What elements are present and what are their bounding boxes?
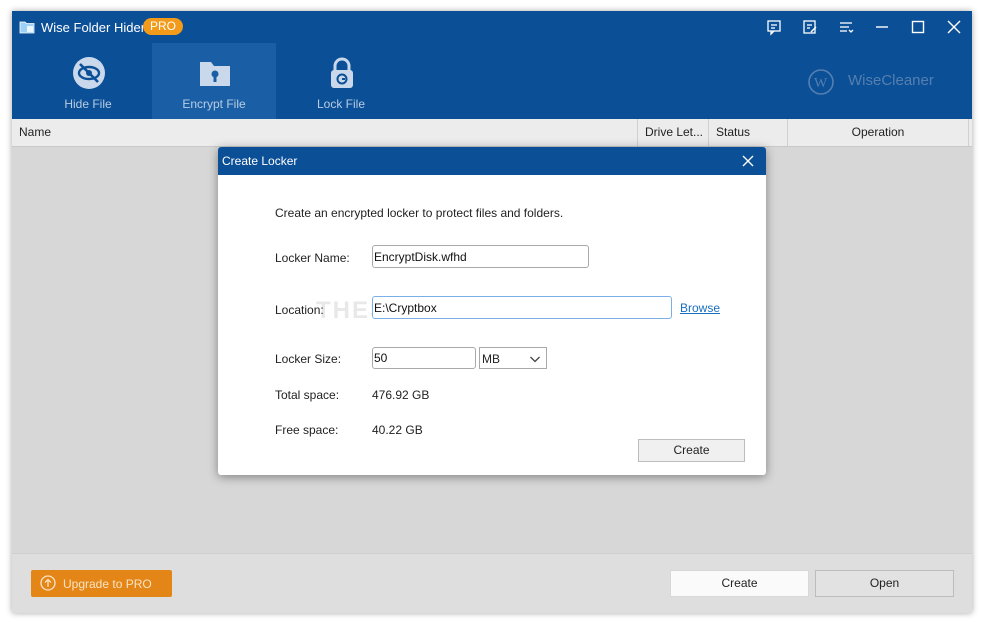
tab-label: Lock File bbox=[316, 97, 366, 111]
locker-size-label: Locker Size: bbox=[275, 352, 342, 366]
locker-size-input[interactable] bbox=[372, 347, 476, 369]
eye-slash-icon bbox=[73, 57, 105, 89]
upgrade-label: Upgrade to PRO bbox=[63, 577, 152, 591]
create-locker-dialog: Create Locker THESOFTWARE.SHOP Create an… bbox=[218, 147, 766, 475]
tab-encrypt-file[interactable]: Encrypt File bbox=[152, 43, 276, 119]
locker-name-input[interactable] bbox=[372, 245, 589, 268]
free-space-label: Free space: bbox=[275, 423, 339, 437]
column-operation[interactable]: Operation bbox=[788, 119, 969, 146]
dialog-title-bar: Create Locker bbox=[218, 147, 766, 175]
minimize-icon[interactable] bbox=[872, 17, 892, 37]
folder-key-icon bbox=[200, 62, 230, 86]
size-unit-value: MB bbox=[482, 352, 500, 366]
total-space-label: Total space: bbox=[275, 388, 340, 402]
tab-hide-file[interactable]: Hide File bbox=[26, 43, 150, 119]
main-toolbar: Hide File Encrypt File Lock File W WiseC… bbox=[12, 43, 972, 119]
tab-label: Encrypt File bbox=[182, 97, 246, 111]
notes-icon[interactable] bbox=[800, 17, 820, 37]
locker-name-label: Locker Name: bbox=[275, 251, 350, 265]
dialog-close-icon[interactable] bbox=[740, 153, 756, 169]
close-icon[interactable] bbox=[944, 17, 964, 37]
free-space-value: 40.22 GB bbox=[372, 423, 423, 437]
svg-text:W: W bbox=[814, 76, 828, 91]
title-bar: Wise Folder Hider PRO bbox=[12, 11, 972, 43]
menu-icon[interactable] bbox=[836, 17, 856, 37]
dialog-intro: Create an encrypted locker to protect fi… bbox=[275, 206, 564, 220]
brand-name: WiseCleaner bbox=[848, 72, 934, 89]
browse-link[interactable]: Browse bbox=[680, 301, 720, 315]
feedback-icon[interactable] bbox=[764, 17, 784, 37]
lock-icon bbox=[331, 57, 353, 88]
chevron-down-icon bbox=[530, 356, 540, 363]
arrow-up-circle-icon bbox=[40, 575, 56, 591]
total-space-value: 476.92 GB bbox=[372, 388, 430, 402]
pro-badge[interactable]: PRO bbox=[143, 18, 184, 35]
tab-label: Hide File bbox=[64, 97, 112, 111]
footer-bar: Upgrade to PRO Create Open bbox=[12, 553, 972, 613]
location-input[interactable] bbox=[372, 296, 672, 319]
list-header: Name Drive Let... Status Operation bbox=[12, 119, 972, 147]
dialog-create-button[interactable]: Create bbox=[638, 439, 745, 462]
dialog-title: Create Locker bbox=[222, 154, 298, 168]
upgrade-button[interactable]: Upgrade to PRO bbox=[31, 570, 172, 597]
app-window: Wise Folder Hider PRO Hide File Encrypt … bbox=[12, 11, 972, 613]
tab-lock-file[interactable]: Lock File bbox=[279, 43, 403, 119]
wisecleaner-logo-icon: W bbox=[808, 69, 834, 95]
create-button[interactable]: Create bbox=[670, 570, 809, 597]
app-logo-icon bbox=[19, 21, 35, 34]
app-title: Wise Folder Hider bbox=[41, 20, 146, 35]
size-unit-select[interactable]: MB bbox=[479, 347, 547, 369]
maximize-icon[interactable] bbox=[908, 17, 928, 37]
location-label: Location: bbox=[275, 303, 324, 317]
column-status[interactable]: Status bbox=[709, 119, 788, 146]
column-drive-letter[interactable]: Drive Let... bbox=[638, 119, 709, 146]
column-name[interactable]: Name bbox=[12, 119, 638, 146]
open-button[interactable]: Open bbox=[815, 570, 954, 597]
